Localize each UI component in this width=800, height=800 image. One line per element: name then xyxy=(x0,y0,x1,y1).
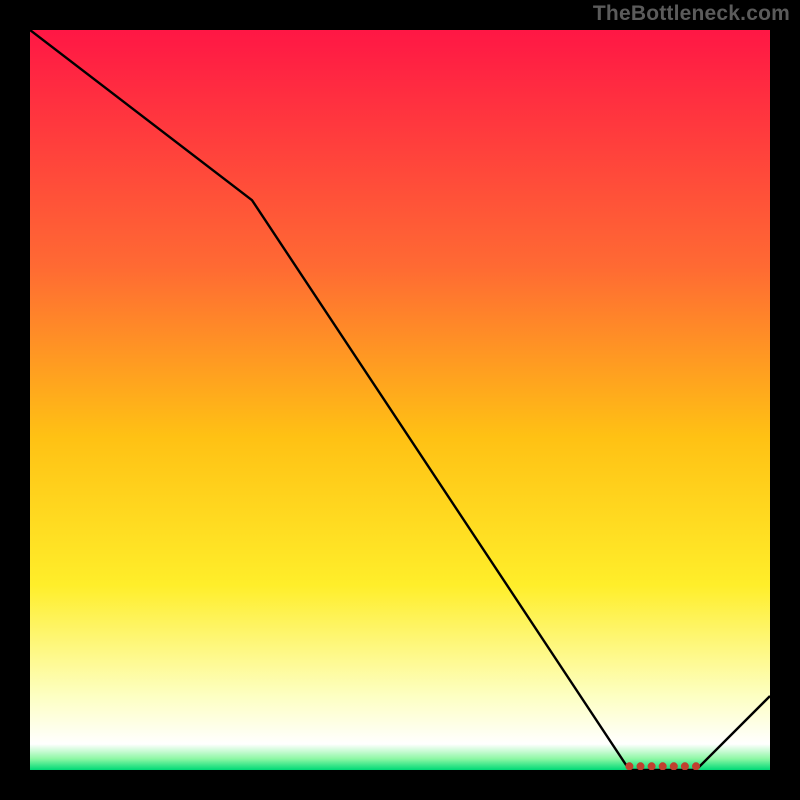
marker-dot xyxy=(625,762,633,770)
marker-dot xyxy=(670,762,678,770)
watermark-text: TheBottleneck.com xyxy=(593,2,790,26)
chart-container: TheBottleneck.com xyxy=(0,0,800,800)
marker-dot xyxy=(681,762,689,770)
marker-dot xyxy=(648,762,656,770)
marker-dot xyxy=(692,762,700,770)
chart-svg xyxy=(30,30,770,770)
plot-area xyxy=(30,30,770,770)
gradient-background xyxy=(30,30,770,770)
marker-dot xyxy=(659,762,667,770)
marker-dot xyxy=(637,762,645,770)
